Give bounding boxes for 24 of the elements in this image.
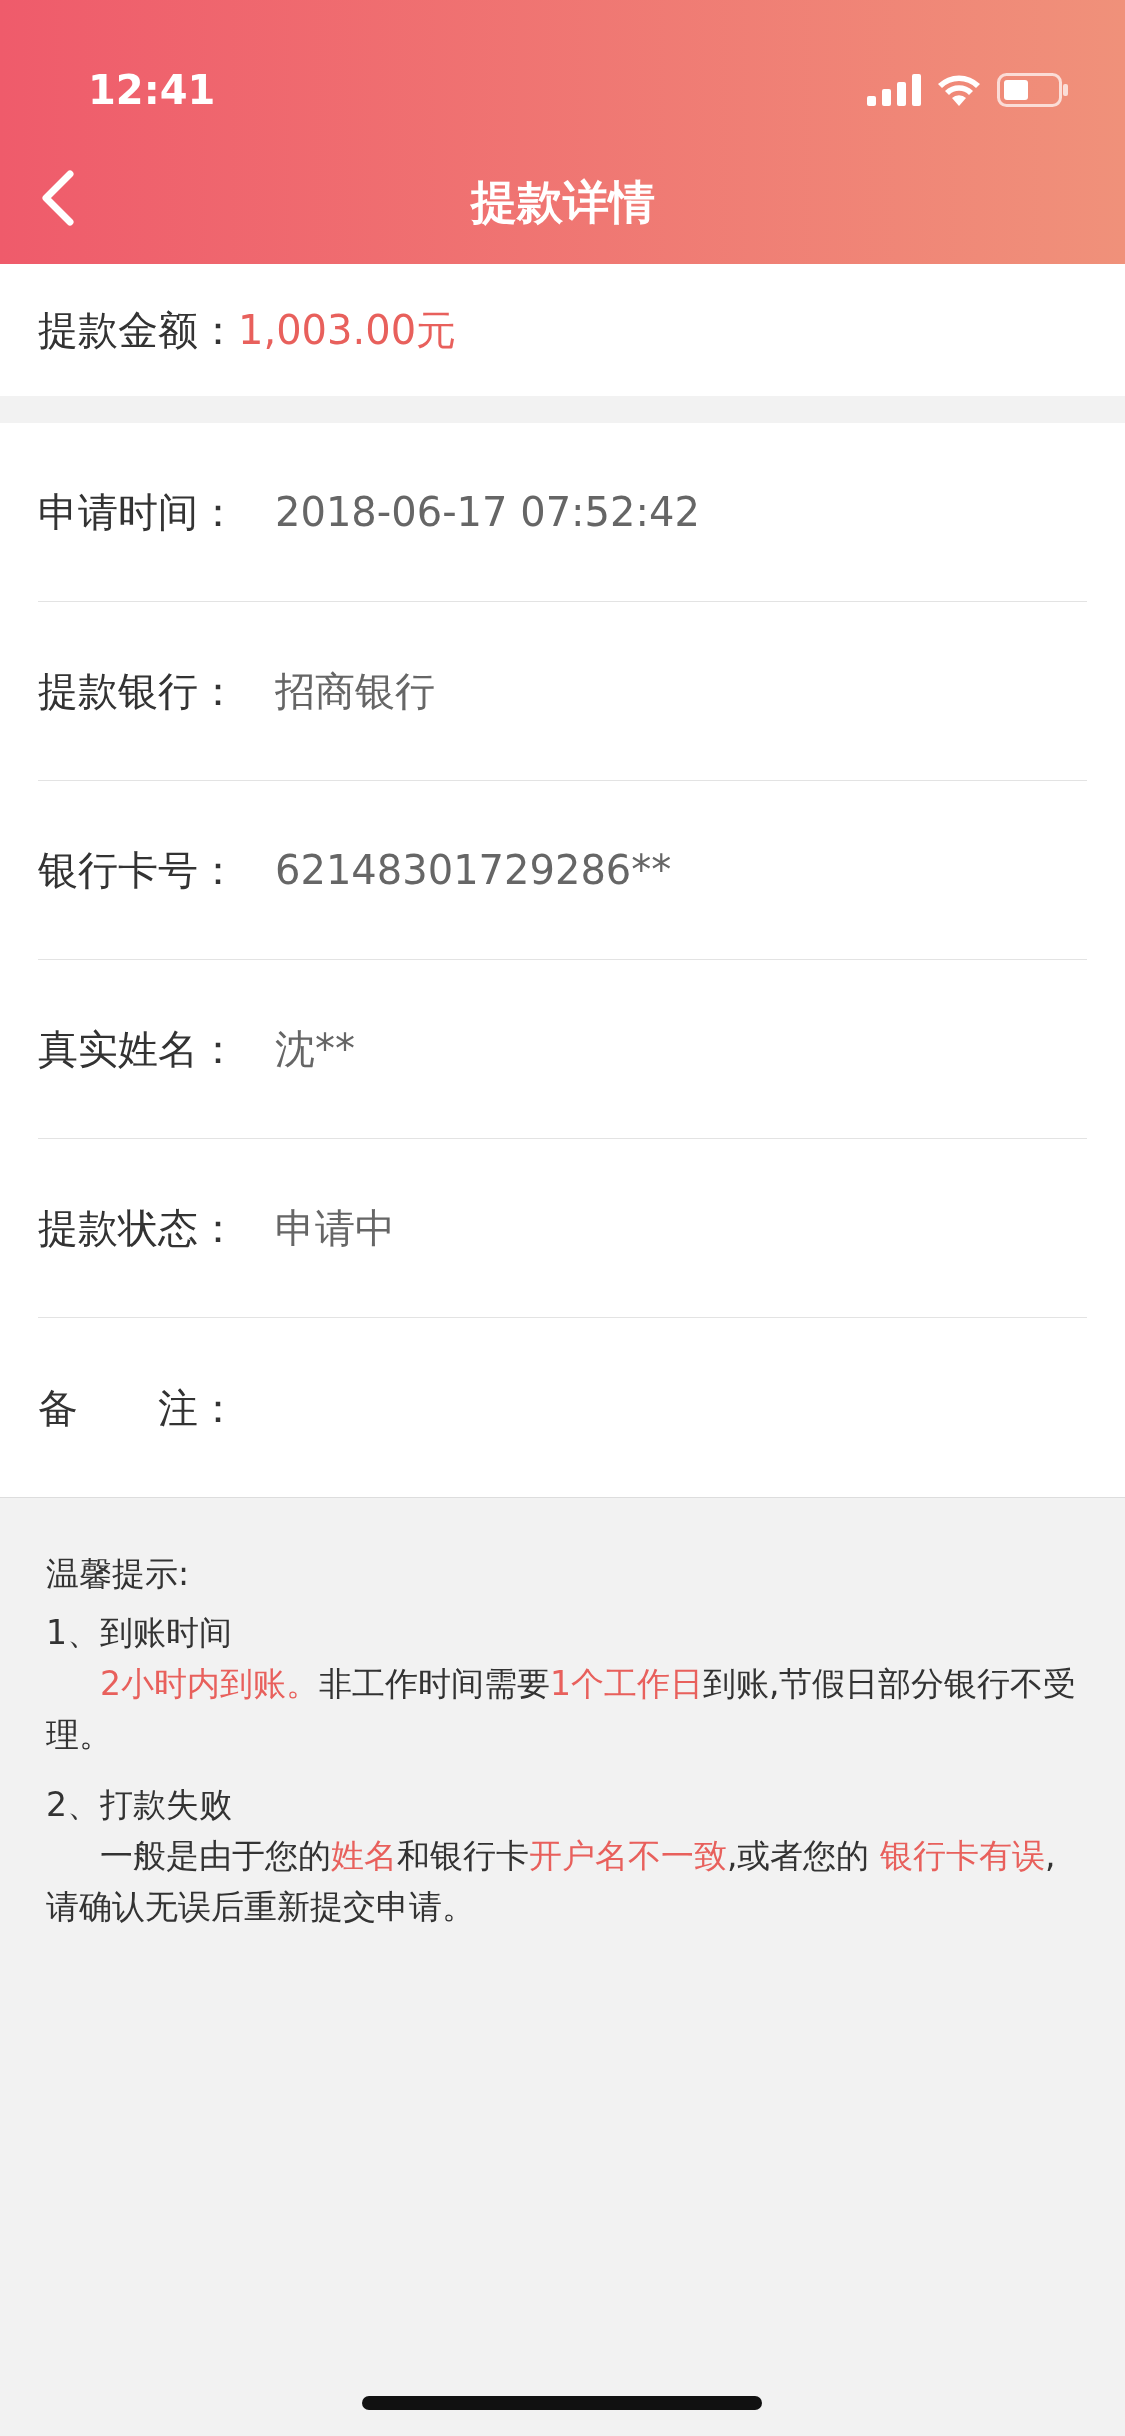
wifi-icon [937, 74, 981, 106]
field-label: 真实姓名： [38, 1025, 239, 1074]
field-label: 提款状态： [38, 1204, 239, 1253]
field-label: 银行卡号： [38, 846, 239, 895]
tip-text: 一般是由于您的姓名和银行卡开户名不一致,或者您的 银行卡有误,请确认无误后重新提交申请。 [46, 1834, 1057, 1928]
amount-label: 提款金额： [38, 306, 238, 355]
amount-value: 1,003.00元 [238, 306, 457, 355]
page-title: 提款详情 [470, 173, 655, 231]
battery-icon [997, 73, 1069, 107]
status-time: 12:41 [88, 66, 216, 115]
field-value: 招商银行 [275, 667, 435, 716]
tip-heading: 2、打款失败 [46, 1783, 233, 1826]
field-value: 申请中 [275, 1204, 395, 1253]
tip-heading: 1、到账时间 [46, 1612, 233, 1655]
tips-title: 温馨提示: [46, 1553, 191, 1595]
back-icon[interactable] [40, 170, 76, 226]
field-label: 备 注： [38, 1383, 239, 1433]
field-label: 申请时间： [38, 488, 239, 537]
field-value: 62148301729286** [275, 846, 672, 895]
signal-icon [867, 74, 921, 106]
field-label: 提款银行： [38, 667, 239, 716]
field-value: 沈** [275, 1025, 355, 1074]
field-value: 2018-06-17 07:52:42 [275, 488, 700, 537]
tip-text: 2小时内到账。非工作时间需要1个工作日到账,节假日部分银行不受理。 [46, 1663, 1078, 1757]
